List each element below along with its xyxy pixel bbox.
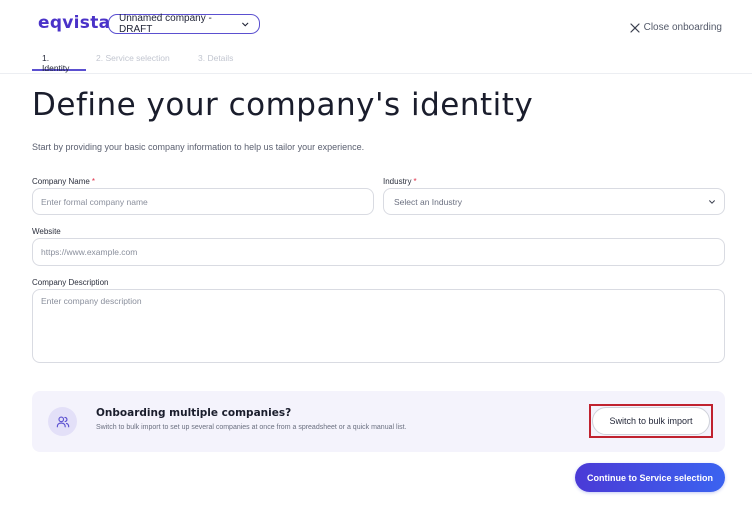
tab-details[interactable]: 3. Details — [188, 51, 258, 71]
close-onboarding-label: Close onboarding — [643, 22, 722, 33]
bulk-import-description: Switch to bulk import to set up several … — [96, 424, 407, 431]
industry-select-placeholder: Select an Industry — [394, 196, 463, 207]
close-icon — [630, 22, 640, 33]
chevron-down-icon — [709, 199, 715, 204]
header-divider — [0, 73, 752, 74]
close-onboarding-button[interactable]: Close onboarding — [630, 22, 722, 33]
website-label: Website — [32, 227, 61, 236]
step-tabs: 1. Identity 2. Service selection 3. Deta… — [32, 51, 258, 73]
company-description-input[interactable] — [32, 289, 725, 363]
switch-to-bulk-import-button[interactable]: Switch to bulk import — [592, 407, 710, 435]
bulk-import-card: Onboarding multiple companies? Switch to… — [32, 391, 725, 452]
required-marker: * — [413, 177, 417, 186]
chevron-down-icon — [241, 22, 248, 27]
industry-select[interactable]: Select an Industry — [383, 188, 725, 215]
industry-label-text: Industry — [383, 177, 412, 186]
required-marker: * — [91, 177, 95, 186]
eqvista-logo: eqvista — [38, 13, 111, 33]
company-name-label: Company Name * — [32, 177, 95, 186]
company-description-label: Company Description — [32, 278, 109, 287]
page-title: Define your company's identity — [32, 87, 534, 123]
users-icon — [56, 416, 69, 427]
bulk-import-title: Onboarding multiple companies? — [96, 407, 292, 419]
company-name-input[interactable] — [32, 188, 374, 215]
company-select-label: Unnamed company - DRAFT — [119, 13, 212, 35]
tab-service-selection[interactable]: 2. Service selection — [86, 51, 188, 71]
continue-button[interactable]: Continue to Service selection — [575, 463, 725, 492]
website-input[interactable] — [32, 238, 725, 266]
company-select[interactable]: Unnamed company - DRAFT — [108, 13, 260, 35]
page-subtitle: Start by providing your basic company in… — [32, 142, 365, 152]
users-icon-badge — [48, 407, 77, 436]
tab-identity[interactable]: 1. Identity — [32, 51, 86, 73]
industry-label: Industry * — [383, 177, 417, 186]
company-name-label-text: Company Name — [32, 177, 90, 186]
